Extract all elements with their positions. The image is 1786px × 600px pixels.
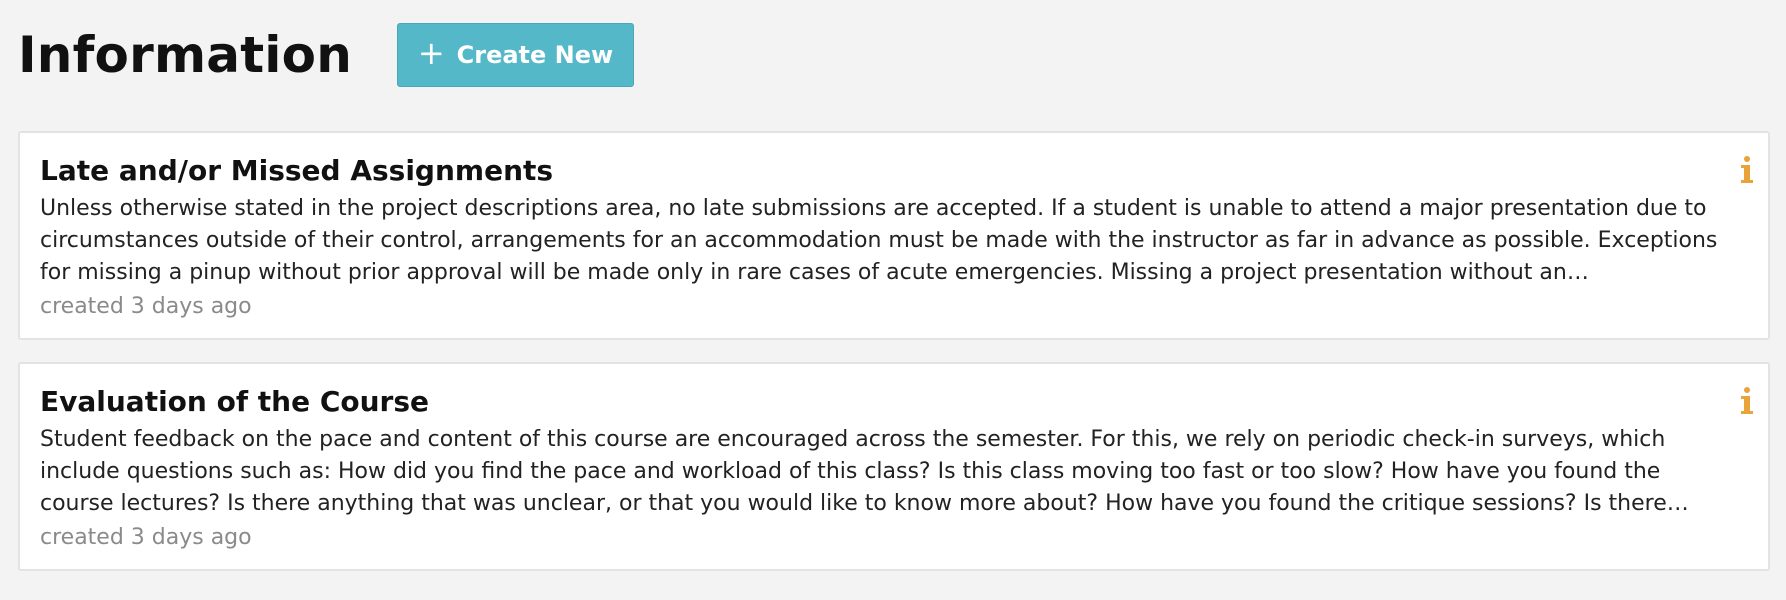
create-new-button[interactable]: + Create New <box>397 23 634 87</box>
page-header: Information + Create New <box>18 20 634 90</box>
info-card[interactable]: Evaluation of the Course Student feedbac… <box>18 362 1770 571</box>
card-body: Student feedback on the pace and content… <box>40 427 1667 516</box>
card-title: Evaluation of the Course <box>40 385 430 418</box>
card-created-time: created 3 days ago <box>40 525 252 550</box>
plus-icon: + <box>417 34 445 72</box>
create-new-label: Create New <box>456 41 614 69</box>
card-body: Unless otherwise stated in the project d… <box>40 196 1718 285</box>
info-icon[interactable] <box>1738 386 1756 416</box>
page-title: Information <box>18 26 352 84</box>
info-card[interactable]: Late and/or Missed Assignments Unless ot… <box>18 131 1770 340</box>
information-page: Information + Create New Late and/or Mis… <box>0 0 1786 600</box>
card-created-time: created 3 days ago <box>40 294 252 319</box>
info-icon[interactable] <box>1738 155 1756 185</box>
card-title: Late and/or Missed Assignments <box>40 154 554 187</box>
